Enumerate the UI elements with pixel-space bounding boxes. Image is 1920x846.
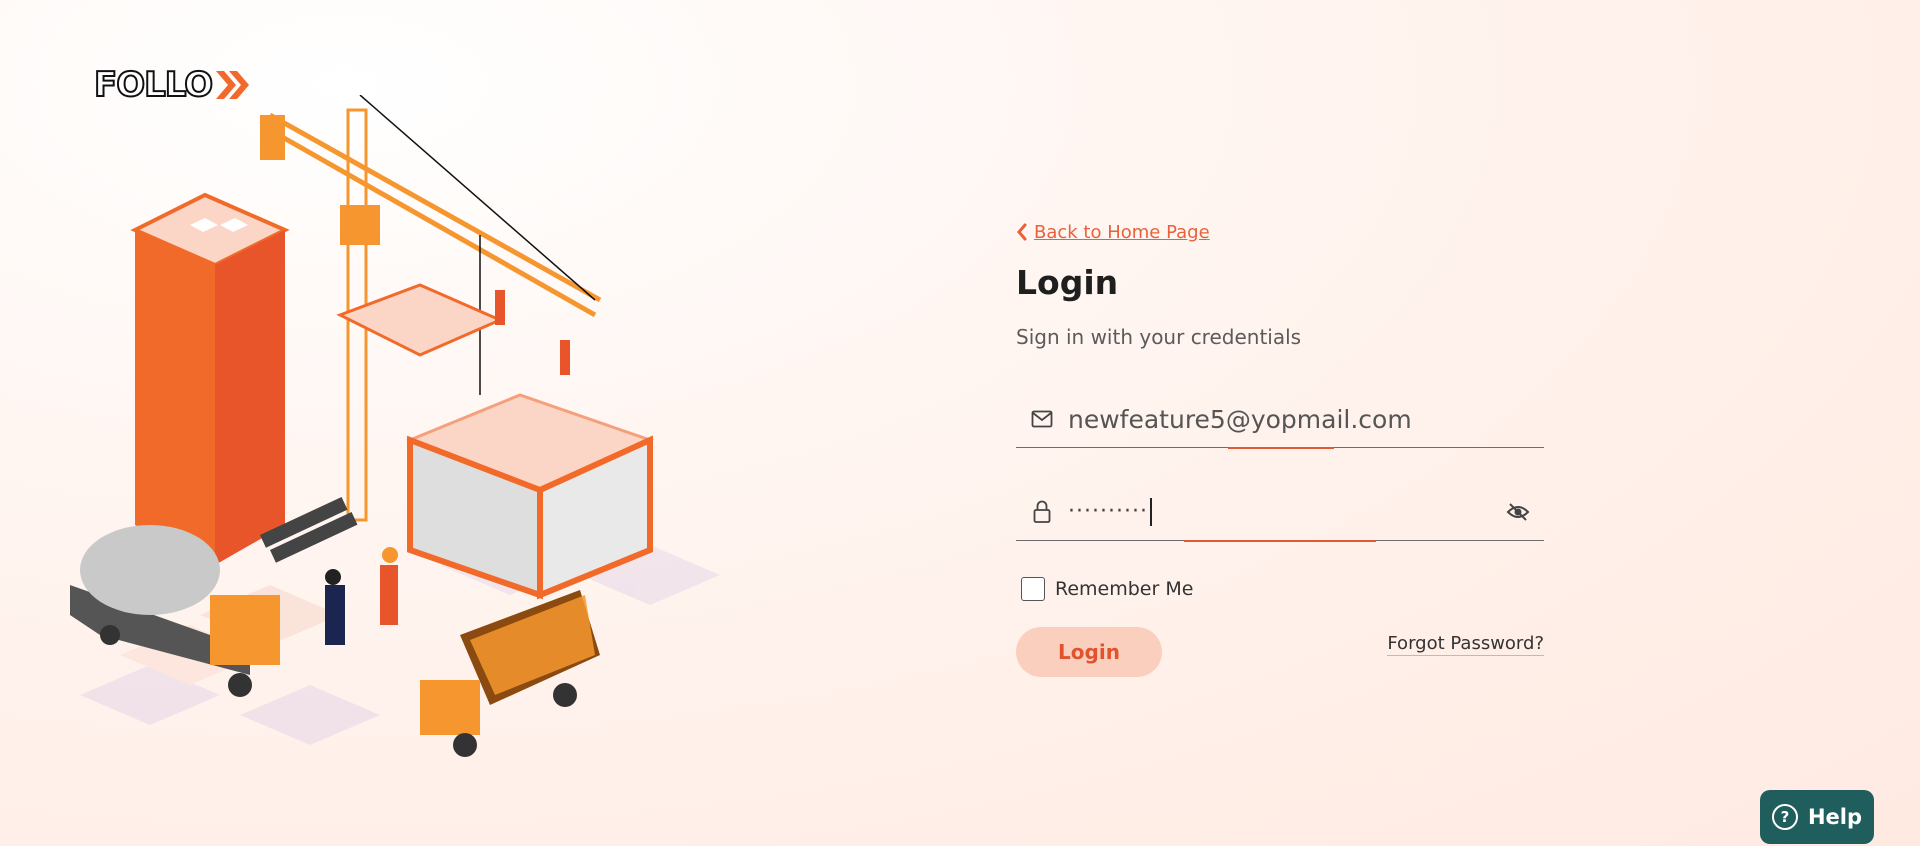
text-caret bbox=[1149, 498, 1152, 526]
back-link-label: Back to Home Page bbox=[1034, 221, 1210, 243]
password-field[interactable]: ·········· bbox=[1016, 484, 1544, 542]
remember-me-label: Remember Me bbox=[1055, 578, 1194, 600]
page-subtitle: Sign in with your credentials bbox=[1016, 325, 1302, 349]
mail-icon bbox=[1016, 410, 1068, 428]
back-to-home-link[interactable]: Back to Home Page bbox=[1016, 218, 1544, 246]
construction-illustration bbox=[70, 95, 720, 757]
remember-me: Remember Me bbox=[1016, 577, 1544, 601]
remember-me-checkbox[interactable] bbox=[1021, 577, 1045, 601]
login-panel: Back to Home Page Login Sign in with you… bbox=[1016, 218, 1544, 677]
email-value[interactable]: newfeature5@yopmail.com bbox=[1068, 405, 1412, 434]
help-button[interactable]: ? Help bbox=[1760, 790, 1874, 844]
form-actions: Login Forgot Password? bbox=[1016, 627, 1544, 677]
page-title: Login bbox=[1016, 263, 1119, 302]
forgot-password-link[interactable]: Forgot Password? bbox=[1387, 633, 1544, 656]
chevron-left-icon bbox=[1017, 223, 1027, 241]
dump-truck bbox=[420, 590, 600, 757]
login-button[interactable]: Login bbox=[1016, 627, 1162, 677]
lock-icon bbox=[1016, 500, 1068, 524]
email-field[interactable]: newfeature5@yopmail.com bbox=[1016, 391, 1544, 449]
help-label: Help bbox=[1807, 805, 1863, 829]
tall-building bbox=[130, 192, 290, 565]
password-focus-line bbox=[1184, 540, 1376, 542]
construction-building bbox=[405, 393, 655, 600]
eye-off-icon[interactable] bbox=[1506, 502, 1530, 526]
question-circle-icon: ? bbox=[1771, 804, 1798, 830]
password-value[interactable]: ·········· bbox=[1068, 498, 1152, 526]
email-focus-line bbox=[1228, 447, 1334, 449]
